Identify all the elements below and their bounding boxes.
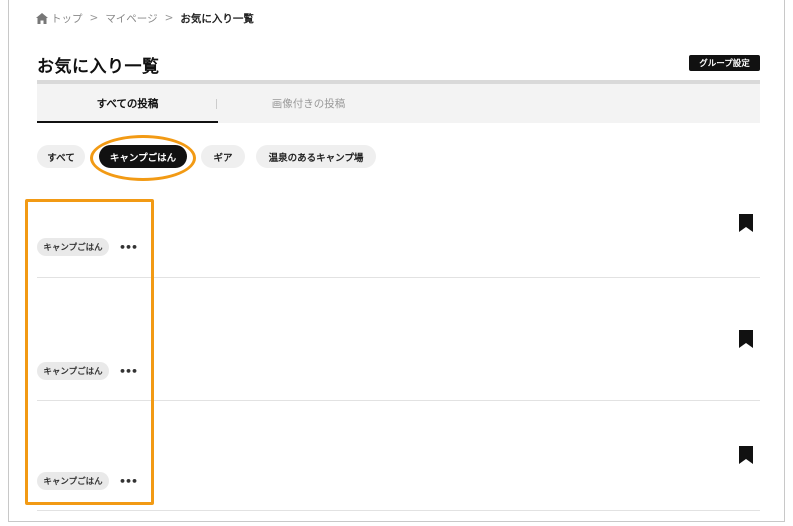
- more-options-button[interactable]: •••: [119, 472, 138, 490]
- breadcrumb-separator: >: [164, 12, 174, 24]
- tab-bar: すべての投稿 画像付きの投稿: [37, 84, 760, 123]
- group-settings-button[interactable]: グループ設定: [689, 55, 760, 71]
- filter-chip-gear[interactable]: ギア: [201, 145, 245, 168]
- post-row[interactable]: キャンプごはん •••: [37, 278, 760, 401]
- post-tag[interactable]: キャンプごはん: [37, 238, 109, 256]
- filter-chip-camp-food[interactable]: キャンプごはん: [99, 145, 187, 168]
- tab-posts-with-images[interactable]: 画像付きの投稿: [218, 84, 399, 123]
- breadcrumb-mypage-link[interactable]: マイページ: [105, 11, 157, 26]
- bookmark-icon[interactable]: [739, 330, 753, 348]
- tab-divider: [216, 99, 217, 109]
- post-row[interactable]: キャンプごはん •••: [37, 200, 760, 278]
- breadcrumb-current: お気に入り一覧: [180, 12, 254, 25]
- breadcrumb: トップ > マイページ > お気に入り一覧: [36, 10, 254, 26]
- post-row[interactable]: キャンプごはん •••: [37, 401, 760, 511]
- more-options-button[interactable]: •••: [119, 238, 138, 256]
- filter-chip-onsen-campsite[interactable]: 温泉のあるキャンプ場: [256, 145, 376, 168]
- breadcrumb-top-link[interactable]: トップ: [51, 11, 83, 26]
- post-tag[interactable]: キャンプごはん: [37, 362, 109, 380]
- breadcrumb-separator: >: [89, 12, 99, 24]
- tab-all-posts[interactable]: すべての投稿: [37, 84, 218, 123]
- bookmark-icon[interactable]: [739, 446, 753, 464]
- page-title: お気に入り一覧: [37, 57, 160, 77]
- row-divider: [37, 510, 760, 511]
- filter-chip-all[interactable]: すべて: [37, 145, 85, 168]
- post-tag[interactable]: キャンプごはん: [37, 472, 109, 490]
- bookmark-icon[interactable]: [739, 214, 753, 232]
- home-icon[interactable]: [36, 12, 48, 24]
- more-options-button[interactable]: •••: [119, 362, 138, 380]
